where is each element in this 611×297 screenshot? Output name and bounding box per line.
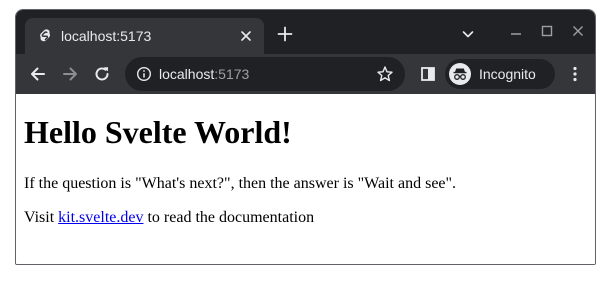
maximize-icon[interactable] [538, 22, 556, 40]
question-paragraph: If the question is "What's next?", then … [24, 175, 457, 192]
url-host: localhost [159, 66, 215, 82]
star-icon[interactable] [376, 65, 394, 83]
reload-icon[interactable] [92, 64, 112, 84]
svelte-icon [37, 28, 53, 44]
docs-link[interactable]: kit.svelte.dev [58, 209, 143, 226]
browser-tab[interactable]: localhost:5173 [25, 18, 264, 54]
plus-icon[interactable] [276, 25, 294, 43]
side-panel-icon[interactable] [418, 64, 438, 84]
toolbar: localhost:5173 Incognito [16, 54, 595, 94]
close-icon[interactable] [569, 22, 587, 40]
chevron-down-icon[interactable] [460, 26, 476, 42]
url-text[interactable]: localhost:5173 [159, 65, 249, 83]
docs-paragraph: Visit kit.svelte.dev to read the documen… [24, 208, 314, 227]
incognito-icon [449, 63, 471, 85]
profile-label: Incognito [479, 66, 536, 82]
tab-title: localhost:5173 [61, 28, 152, 44]
title-bar: localhost:5173 [16, 10, 595, 54]
page-heading: Hello Svelte World! [24, 114, 292, 150]
arrow-right-icon[interactable] [60, 64, 80, 84]
profile-button[interactable]: Incognito [445, 59, 555, 89]
page-content: Hello Svelte World! If the question is "… [16, 94, 595, 264]
docs-suffix: to read the documentation [143, 209, 315, 226]
docs-prefix: Visit [24, 209, 59, 226]
url-port: :5173 [214, 66, 250, 82]
kebab-menu-icon[interactable] [565, 64, 585, 84]
close-tab-icon[interactable] [237, 27, 255, 45]
info-icon[interactable] [136, 66, 152, 82]
minimize-icon[interactable] [507, 22, 525, 40]
address-bar[interactable]: localhost:5173 [125, 57, 405, 91]
browser-window: localhost:5173 localhost:5173 Incognito … [15, 9, 596, 265]
arrow-left-icon[interactable] [28, 64, 48, 84]
